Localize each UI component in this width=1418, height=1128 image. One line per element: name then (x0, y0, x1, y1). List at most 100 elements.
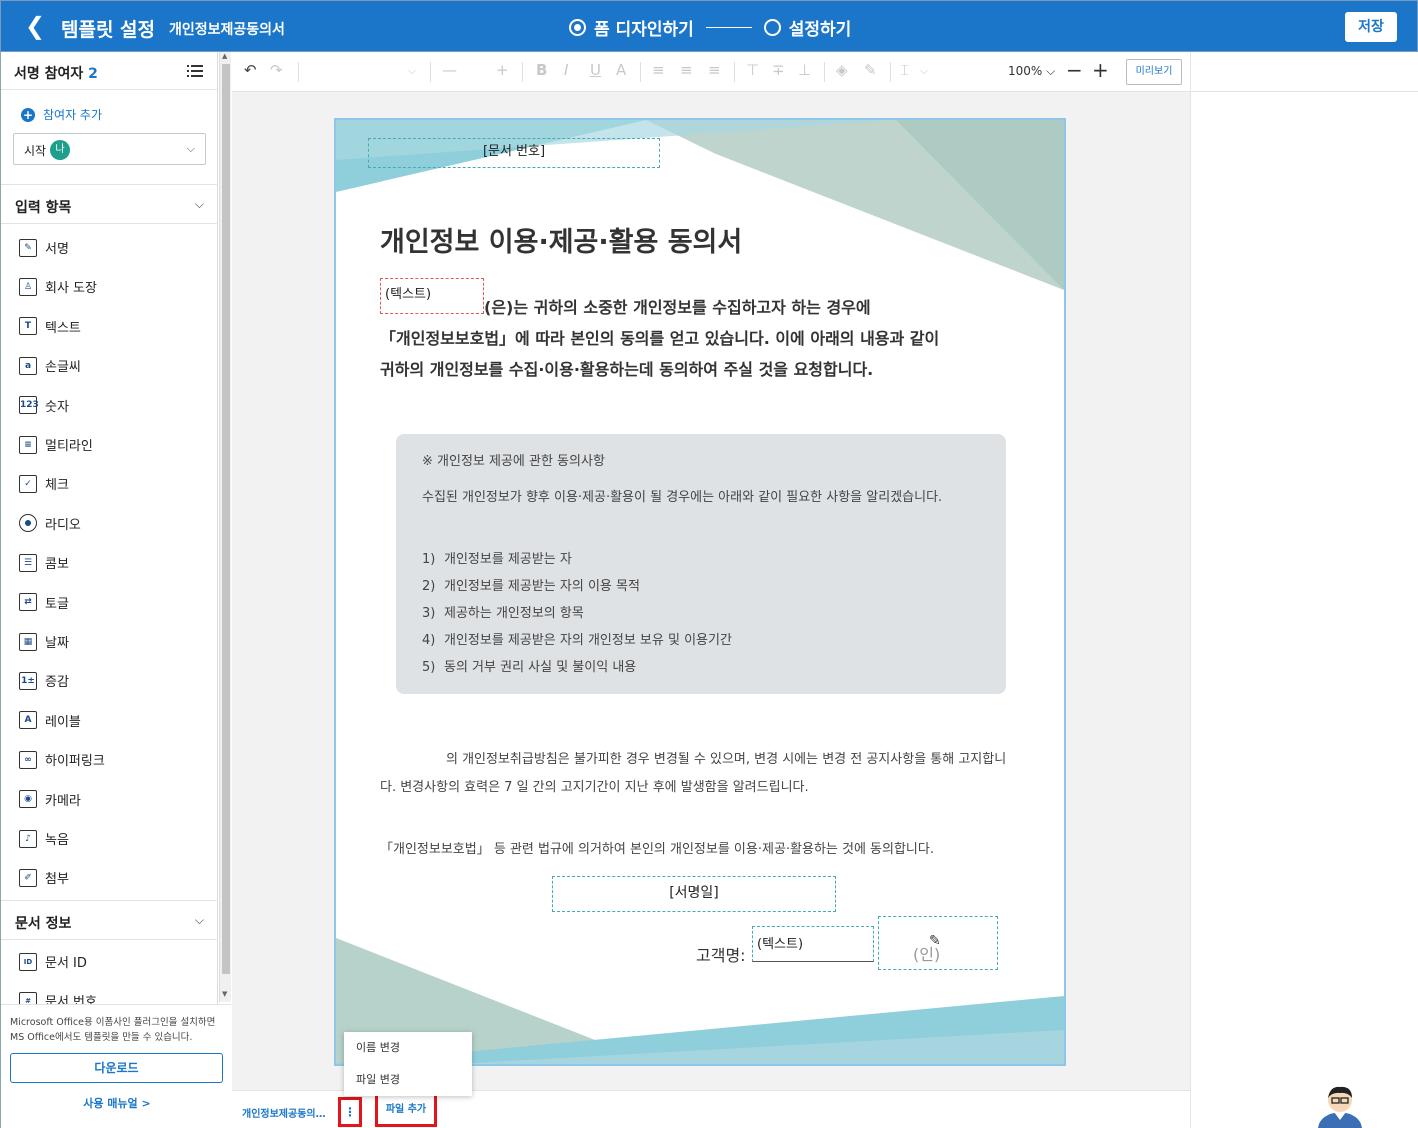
camera-icon: ◉ (19, 790, 37, 809)
stamp-icon: ♙ (19, 277, 37, 296)
preview-button[interactable]: 미리보기 (1126, 59, 1182, 85)
consent-item-number: 3) (422, 606, 436, 621)
left-sidebar: 서명 참여자 2 + 참여자 추가 시작 나 ⌵ 입력 항목 ⌵ ✎ 서명 ♙ 회사 … (0, 52, 218, 1128)
participant-select[interactable]: 시작 나 ⌵ (13, 133, 206, 165)
radio-unselected-icon[interactable] (763, 19, 781, 36)
file-tab-name[interactable]: 개인정보제공동의… (242, 1105, 326, 1120)
toggle-icon: ⇄ (19, 593, 37, 612)
zoom-out-icon[interactable]: − (1066, 58, 1083, 82)
bold-icon[interactable]: B (536, 61, 547, 79)
font-color-icon[interactable]: A (616, 61, 626, 79)
download-button[interactable]: 다운로드 (10, 1053, 223, 1083)
radio-selected-icon[interactable] (569, 19, 586, 36)
sidebar-scrollbar[interactable]: ▲ ▼ (219, 52, 231, 1002)
intro-line-3: 귀하의 개인정보를 수집·이용·활용하는데 동의하여 주실 것을 요청합니다. (380, 360, 874, 379)
signature-pen-icon: ✎ (929, 933, 941, 949)
editor-toolbar: ↶ ↷ ⌵ — + B I U A ≡ ≡ ≡ ⊤ ∓ ⊥ ◈ ✎ ⌶ ⌵ 10… (232, 52, 1190, 92)
consent-item-number: 4) (422, 633, 436, 648)
field-item-label: 콤보 (45, 557, 69, 573)
field-item[interactable]: ✓ 체크 (1, 464, 218, 503)
chevron-down-icon[interactable]: ⌵ (920, 64, 928, 78)
more-options-icon[interactable]: ⋮ (338, 1097, 362, 1127)
scrollbar-thumb[interactable] (222, 64, 230, 974)
step-settings[interactable]: 설정하기 (789, 15, 852, 40)
scroll-down-icon[interactable]: ▼ (222, 990, 227, 998)
add-file-button[interactable]: 파일 추가 (375, 1093, 437, 1127)
step-indicator: 폼 디자인하기 설정하기 (569, 15, 851, 40)
chevron-left-icon[interactable]: ❮ (25, 13, 45, 39)
undo-icon[interactable]: ↶ (244, 61, 257, 79)
font-size-increase-icon[interactable]: + (496, 61, 509, 79)
alignment-dropdown-icon[interactable]: ⌶ (900, 61, 909, 79)
field-item[interactable]: ∞ 하이퍼링크 (1, 740, 218, 779)
field-item[interactable]: 1± 증감 (1, 661, 218, 700)
field-item[interactable]: T 텍스트 (1, 307, 218, 346)
consent-item-text: 개인정보를 제공받는 자의 이용 목적 (444, 579, 640, 594)
redo-icon[interactable]: ↷ (270, 61, 283, 79)
office-plugin-note: Microsoft Office용 이폼사인 플러그인을 설치하면 MS Off… (10, 1017, 216, 1043)
consent-list-item: 2) 개인정보를 제공받는 자의 이용 목적 (422, 573, 732, 600)
field-item[interactable]: ✐ 첨부 (1, 858, 218, 897)
field-item-label: 텍스트 (45, 320, 81, 336)
field-item[interactable]: ✎ 서명 (1, 228, 218, 267)
right-panel (1190, 52, 1418, 1128)
doc-number-field[interactable]: [문서 번호] (368, 138, 660, 168)
field-item[interactable]: A 레이블 (1, 701, 218, 740)
font-dropdown-chevron-icon[interactable]: ⌵ (408, 64, 416, 78)
step-form-design[interactable]: 폼 디자인하기 (594, 15, 694, 40)
fill-color-icon[interactable]: ◈ (836, 61, 848, 79)
scroll-up-icon[interactable]: ▲ (222, 52, 227, 60)
field-item[interactable]: 라디오 (1, 504, 218, 543)
field-item-label: 멀티라인 (45, 439, 93, 454)
menu-item-change-file[interactable]: 파일 변경 (344, 1064, 472, 1096)
zoom-level[interactable]: 100% ⌵ (1008, 64, 1055, 79)
align-top-icon[interactable]: ⊤ (746, 61, 759, 79)
attachment-icon: ✐ (19, 868, 37, 887)
field-item[interactable]: ♪ 녹음 (1, 819, 218, 858)
input-items-section-header[interactable]: 입력 항목 ⌵ (1, 184, 218, 224)
consent-list-item: 4) 개인정보를 제공받은 자의 개인정보 보유 및 이용기간 (422, 627, 732, 654)
participant-select-label: 시작 (24, 144, 47, 158)
field-item-label: 체크 (45, 478, 69, 494)
sign-date-field[interactable]: [서명일] (552, 876, 836, 912)
align-right-icon[interactable]: ≡ (708, 61, 721, 79)
align-bottom-icon[interactable]: ⊥ (798, 61, 811, 79)
signature-icon: ✎ (19, 238, 37, 257)
zoom-in-icon[interactable]: + (1092, 58, 1109, 82)
align-middle-icon[interactable]: ∓ (772, 61, 785, 79)
field-item[interactable]: ♙ 회사 도장 (1, 267, 218, 306)
align-center-icon[interactable]: ≡ (680, 61, 693, 79)
signers-label: 서명 참여자 (14, 66, 84, 82)
add-participant-button[interactable]: + 참여자 추가 (21, 106, 102, 123)
customer-name-label: 고객명: (696, 946, 746, 965)
font-size-decrease-icon[interactable]: — (442, 61, 457, 79)
user-manual-link[interactable]: 사용 매뉴얼 > (1, 1095, 233, 1111)
field-item-label: 손글씨 (45, 360, 81, 376)
chevron-down-icon: ⌵ (194, 197, 204, 211)
consent-info-box: ※ 개인정보 제공에 관한 동의사항 수집된 개인정보가 향후 이용·제공·활용… (396, 434, 1006, 694)
consent-list-item: 5) 동의 거부 권리 사실 및 불이익 내용 (422, 654, 732, 681)
field-item[interactable]: ▦ 날짜 (1, 622, 218, 661)
doc-info-section-header[interactable]: 문서 정보 ⌵ (1, 900, 218, 940)
field-item[interactable]: a 손글씨 (1, 346, 218, 385)
signature-field[interactable]: (인) ✎ (878, 916, 998, 970)
save-button[interactable]: 저장 (1345, 12, 1397, 42)
consent-statement: 「개인정보보호법」 등 관련 법규에 의거하여 본인의 개인정보를 이용·제공·… (380, 842, 934, 857)
underline-icon[interactable]: U (590, 61, 601, 79)
field-item[interactable]: ◉ 카메라 (1, 780, 218, 819)
assistant-avatar-icon[interactable] (1310, 1084, 1370, 1128)
text-field-customer[interactable]: (텍스트) (752, 926, 874, 962)
field-item[interactable]: ⇄ 토글 (1, 583, 218, 622)
page-title: 템플릿 설정 (61, 19, 156, 41)
field-item[interactable]: ≡ 멀티라인 (1, 425, 218, 464)
menu-item-rename[interactable]: 이름 변경 (344, 1032, 472, 1064)
combo-icon: ☰ (19, 553, 37, 572)
doc-info-item[interactable]: ID 문서 ID (1, 942, 218, 981)
field-item[interactable]: 123 숫자 (1, 386, 218, 425)
border-edit-icon[interactable]: ✎ (864, 61, 877, 79)
align-left-icon[interactable]: ≡ (652, 61, 665, 79)
list-icon[interactable] (187, 64, 203, 78)
italic-icon[interactable]: I (564, 61, 568, 79)
field-item[interactable]: ☰ 콤보 (1, 543, 218, 582)
doc-info-title: 문서 정보 (15, 916, 72, 932)
